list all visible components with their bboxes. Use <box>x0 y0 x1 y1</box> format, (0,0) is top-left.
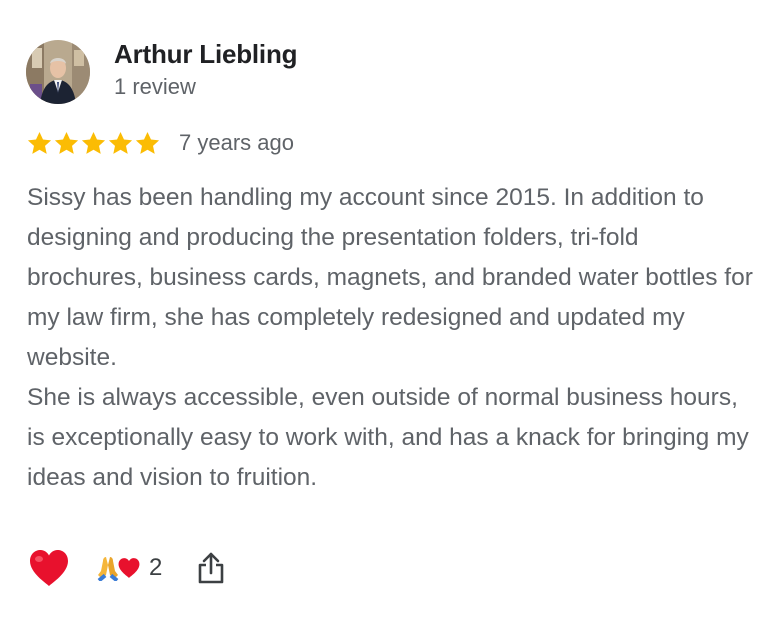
review-card: Arthur Liebling 1 review 7 years ago Sis… <box>0 0 780 621</box>
review-timestamp: 7 years ago <box>179 130 294 155</box>
heart-icon <box>118 558 140 578</box>
star-rating <box>26 130 161 157</box>
reactions-summary[interactable]: 2 <box>96 554 162 582</box>
review-header: Arthur Liebling 1 review <box>26 38 298 104</box>
reaction-emojis <box>96 555 141 581</box>
reaction-count: 2 <box>149 554 163 581</box>
share-button[interactable] <box>196 551 226 585</box>
review-paragraph: She is always accessible, even outside o… <box>27 384 749 491</box>
heart-icon <box>30 550 68 586</box>
share-icon <box>199 552 224 584</box>
author-avatar[interactable] <box>26 40 90 104</box>
author-info: Arthur Liebling 1 review <box>114 38 298 102</box>
star-icon <box>108 131 133 154</box>
star-icon <box>27 131 52 154</box>
star-icon <box>135 131 160 154</box>
review-body: Sissy has been handling my account since… <box>27 178 757 498</box>
author-review-count: 1 review <box>114 74 196 99</box>
author-name[interactable]: Arthur Liebling <box>114 38 298 70</box>
like-button[interactable] <box>28 548 70 588</box>
star-icon <box>54 131 79 154</box>
review-paragraph: Sissy has been handling my account since… <box>27 184 753 371</box>
avatar-photo <box>26 40 90 104</box>
star-icon <box>81 131 106 154</box>
rating-row: 7 years ago <box>26 127 294 159</box>
review-actions: 2 <box>28 544 226 592</box>
